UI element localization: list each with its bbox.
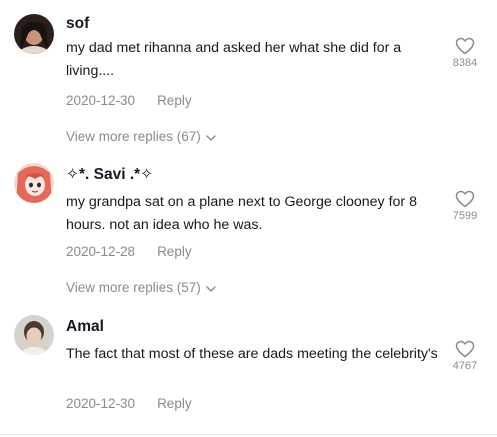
comment-text: my grandpa sat on a plane next to George…	[66, 194, 417, 233]
comment-username[interactable]: sof	[66, 14, 89, 34]
view-more-replies-button[interactable]: View more replies (67)	[66, 128, 216, 146]
chevron-down-icon	[206, 128, 216, 146]
comment-text: The fact that most of these are dads mee…	[66, 346, 438, 362]
comment-username[interactable]: Amal	[66, 317, 104, 337]
comment-meta: 2020-12-30 Reply	[66, 395, 192, 413]
like-button[interactable]: 8384	[448, 37, 482, 70]
reply-button[interactable]: Reply	[157, 93, 192, 108]
comment-meta: 2020-12-30 Reply	[66, 92, 192, 110]
view-more-label: View more replies (57)	[66, 280, 201, 295]
comment-date: 2020-12-30	[66, 93, 136, 108]
reply-button[interactable]: Reply	[157, 396, 192, 411]
heart-outline-icon	[448, 37, 482, 55]
comment-meta: 2020-12-28 Reply	[66, 243, 192, 261]
chevron-down-icon	[206, 279, 216, 297]
like-count: 4767	[452, 360, 478, 372]
comment-text: my dad met rihanna and asked her what sh…	[66, 40, 402, 79]
heart-outline-icon	[448, 190, 482, 208]
like-count: 7599	[452, 210, 478, 222]
avatar[interactable]	[14, 315, 54, 355]
like-button[interactable]: 7599	[448, 190, 482, 223]
comment-date: 2020-12-30	[66, 396, 136, 411]
comment-date: 2020-12-28	[66, 244, 136, 259]
view-more-label: View more replies (67)	[66, 129, 201, 144]
comment-username[interactable]: ✧*. Savi .*✧	[66, 165, 153, 185]
reply-button[interactable]: Reply	[157, 244, 192, 259]
like-button[interactable]: 4767	[448, 340, 482, 373]
like-count: 8384	[452, 57, 478, 69]
divider	[0, 434, 497, 435]
avatar[interactable]	[14, 14, 54, 54]
heart-outline-icon	[448, 340, 482, 358]
avatar[interactable]	[14, 163, 54, 203]
view-more-replies-button[interactable]: View more replies (57)	[66, 279, 216, 297]
